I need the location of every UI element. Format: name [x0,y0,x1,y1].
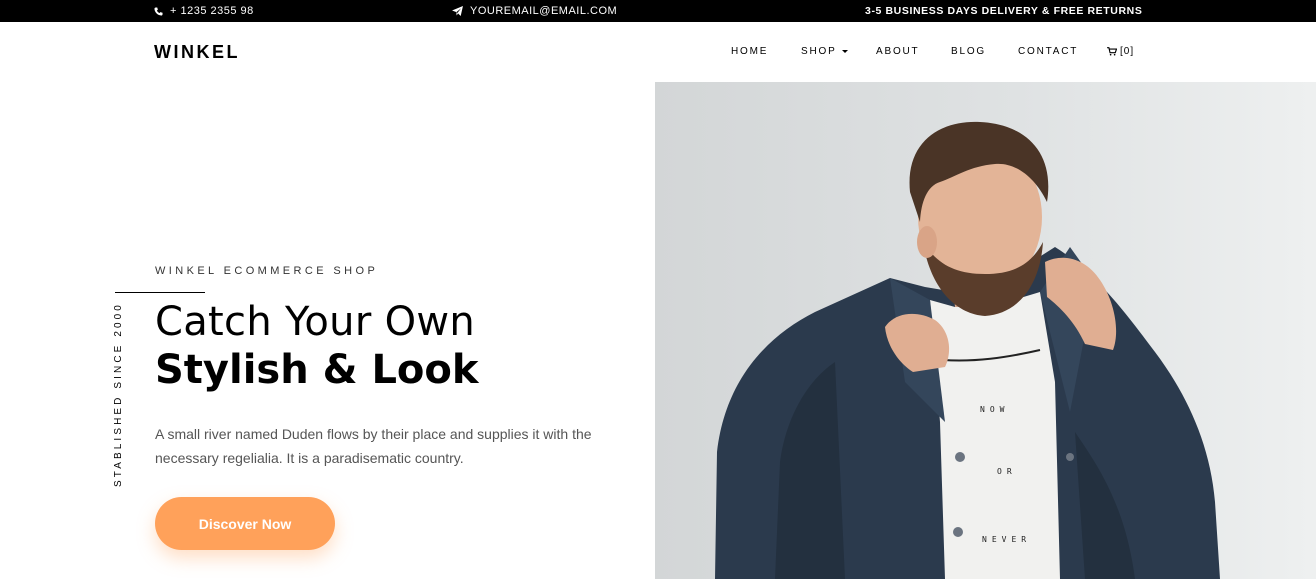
caret-down-icon [841,50,848,53]
nav-home-label: HOME [731,46,769,57]
nav-cart[interactable]: [0] [1107,46,1134,57]
email-address: YOUREMAIL@EMAIL.COM [470,5,618,17]
cart-icon [1107,47,1117,56]
hero-photo: NOW OR NEVER [655,82,1316,579]
discover-now-button[interactable]: Discover Now [155,497,335,550]
shirt-text-or: OR [997,467,1017,476]
nav-shop-label: SHOP [801,46,837,57]
cart-count: [0] [1120,46,1135,57]
phone-number: + 1235 2355 98 [170,5,254,17]
established-vertical-text: STABLISHED SINCE 2000 [113,302,124,487]
top-info-bar: + 1235 2355 98 YOUREMAIL@EMAIL.COM 3-5 B… [0,0,1316,22]
nav-shop-dropdown[interactable]: SHOP [801,46,848,57]
hero-divider [115,292,205,293]
hero-text-panel: WINKEL ECOMMERCE SHOP STABLISHED SINCE 2… [0,82,655,579]
nav-blog[interactable]: BLOG [951,46,986,57]
phone-icon [154,6,163,16]
main-navbar: WINKEL HOME SHOP ABOUT BLOG CONTACT [0] [0,22,1316,82]
delivery-notice: 3-5 BUSINESS DAYS DELIVERY & FREE RETURN… [865,0,1142,22]
delivery-text: 3-5 BUSINESS DAYS DELIVERY & FREE RETURN… [865,5,1143,17]
nav-home[interactable]: HOME [731,46,768,57]
hero-subheading: WINKEL ECOMMERCE SHOP [155,265,379,277]
hero-description: A small river named Duden flows by their… [155,426,592,466]
paper-plane-icon [452,6,463,16]
brand-logo[interactable]: WINKEL [154,42,240,63]
shirt-text-now: NOW [980,405,1009,414]
nav-contact-label: CONTACT [1018,46,1079,57]
nav-about-label: ABOUT [876,46,920,57]
nav-about[interactable]: ABOUT [876,46,919,57]
hero-title-line1: Catch Your Own [155,299,476,345]
model-photo-illustration: NOW OR NEVER [715,121,1220,579]
nav-blog-label: BLOG [951,46,986,57]
phone-contact[interactable]: + 1235 2355 98 [154,0,254,22]
hero-title-line2: Stylish & Look [155,347,479,393]
shirt-text-never: NEVER [982,535,1031,544]
nav-contact[interactable]: CONTACT [1018,46,1078,57]
email-contact[interactable]: YOUREMAIL@EMAIL.COM [452,0,617,22]
